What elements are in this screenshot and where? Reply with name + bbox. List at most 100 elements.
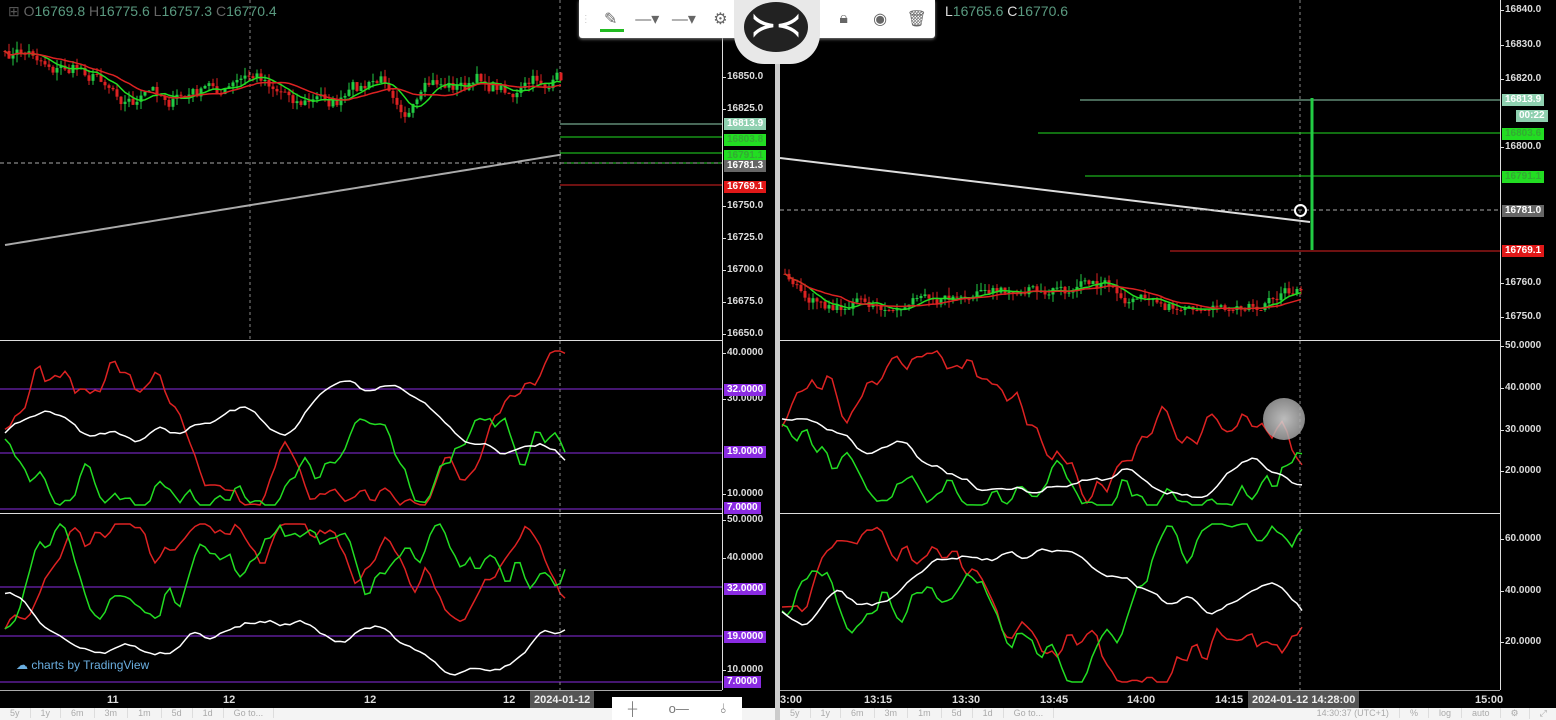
candle-body [811, 298, 815, 303]
drag-handle-icon[interactable]: ⋮ [579, 0, 592, 38]
candle-body [291, 95, 295, 104]
range-1d[interactable]: 1d [973, 708, 1004, 718]
candle-body [819, 301, 823, 303]
candle-body [431, 80, 435, 85]
range-6m[interactable]: 6m [841, 708, 875, 718]
log-toggle[interactable]: log [1429, 708, 1462, 718]
candle-body [535, 75, 539, 81]
candle-body [1163, 303, 1167, 310]
pencil-icon[interactable]: ✎ [592, 0, 629, 38]
line-width-icon[interactable]: —▾ [666, 0, 703, 38]
time-label: 13:30 [952, 694, 981, 706]
price-tag: 16803.8 [724, 134, 767, 146]
candle-body [111, 87, 115, 90]
range-3m[interactable]: 3m [875, 708, 909, 718]
ma-red-line [784, 273, 1302, 310]
left-price-axis[interactable]: 16850.0 16825.0 16750.0 16725.0 16700.0 … [722, 0, 775, 690]
candle-body [215, 86, 219, 94]
range-6m[interactable]: 6m [61, 708, 95, 718]
range-3m[interactable]: 3m [95, 708, 129, 718]
crosshair-icon[interactable]: ┼ [628, 701, 637, 716]
right-time-axis[interactable]: 3:00 13:15 13:30 13:45 14:00 14:15 2024-… [780, 690, 1503, 709]
candle-body [807, 297, 811, 303]
candle-body [191, 89, 195, 95]
candle-body [107, 85, 111, 88]
candle-body [87, 75, 91, 81]
price-tick: 16840.0 [1500, 4, 1542, 15]
osc-tick: 40.0000 [1500, 382, 1542, 393]
candle-body [799, 284, 803, 291]
crosshair-price-tag: 16781.0 [1502, 205, 1545, 217]
time-label: 14:00 [1127, 694, 1156, 706]
candle-body [355, 82, 359, 92]
low-value: 16765.6 [952, 3, 1004, 19]
osc-tick: 30.0000 [1500, 424, 1542, 435]
range-1m[interactable]: 1m [908, 708, 942, 718]
percent-toggle[interactable]: % [1400, 708, 1429, 718]
pin-icon[interactable]: ⫰ [721, 701, 727, 717]
candle-body [1127, 302, 1131, 304]
lock-icon[interactable]: 🔒︎ [825, 0, 862, 38]
adx-green-line [781, 523, 1303, 683]
candle-body [983, 289, 987, 291]
range-1m[interactable]: 1m [128, 708, 162, 718]
osc-tick: 40.0000 [722, 552, 764, 563]
adx-green-line [4, 522, 566, 630]
candle-body [1231, 310, 1235, 311]
tradingview-watermark[interactable]: ☁ charts by TradingView [16, 658, 149, 672]
line-style-icon[interactable]: —▾ [629, 0, 666, 38]
range-1y[interactable]: 1y [811, 708, 842, 718]
range-5d[interactable]: 5d [942, 708, 973, 718]
range-1y[interactable]: 1y [31, 708, 62, 718]
right-osc2-pane[interactable] [780, 514, 1500, 690]
range-5d[interactable]: 5d [162, 708, 193, 718]
settings-icon[interactable]: ⚙ [1501, 708, 1530, 719]
left-osc1-pane[interactable] [0, 341, 722, 513]
candle-body [343, 95, 347, 98]
candle-body [435, 80, 439, 85]
candle-body [1059, 286, 1063, 288]
candle-body [1167, 303, 1171, 310]
goto-button[interactable]: Go to... [224, 708, 275, 718]
candle-body [1115, 287, 1119, 294]
range-5y[interactable]: 5y [780, 708, 811, 718]
time-label: 3:00 [780, 694, 803, 706]
fullscreen-icon[interactable]: ⤢ [1530, 708, 1556, 719]
range-5y[interactable]: 5y [0, 708, 31, 718]
adx-green-line [781, 423, 1303, 506]
candle-body [203, 85, 207, 89]
candle-body [359, 85, 363, 92]
candle-body [1135, 298, 1139, 300]
auto-toggle[interactable]: auto [1462, 708, 1501, 718]
candle-body [559, 72, 563, 81]
ma-gray-line [780, 157, 1311, 223]
remote-control-button[interactable]: ≻≺ [734, 0, 820, 64]
candle-body [371, 81, 375, 83]
candle-body [251, 76, 255, 79]
dot-line-icon[interactable]: o— [669, 701, 689, 716]
range-1d[interactable]: 1d [193, 708, 224, 718]
candle-body [887, 309, 891, 311]
eye-icon[interactable]: ◉ [862, 0, 899, 38]
left-price-pane[interactable] [0, 0, 722, 340]
osc-tick: 40.0000 [1500, 585, 1542, 596]
candle-body [275, 88, 279, 92]
candle-body [407, 112, 411, 117]
candle-body [1047, 294, 1051, 296]
remote-collapse-icon: ≻≺ [744, 2, 808, 52]
candle-body [1243, 309, 1247, 311]
price-tick: 16650.0 [722, 328, 764, 339]
right-price-pane[interactable] [780, 0, 1500, 340]
right-price-axis[interactable]: 16840.0 16830.0 16820.0 16800.0 16760.0 … [1500, 0, 1556, 690]
candle-body [855, 298, 859, 303]
right-osc1-pane[interactable] [780, 341, 1500, 513]
candle-body [271, 86, 275, 89]
price-tick: 16820.0 [1500, 73, 1542, 84]
trash-icon[interactable]: 🗑︎ [898, 0, 935, 38]
candle-body [339, 97, 343, 106]
level-tag: 19.0000 [724, 446, 767, 458]
candle-body [515, 92, 519, 98]
goto-button[interactable]: Go to... [1004, 708, 1055, 718]
candle-body [795, 284, 799, 286]
candle-body [847, 308, 851, 310]
